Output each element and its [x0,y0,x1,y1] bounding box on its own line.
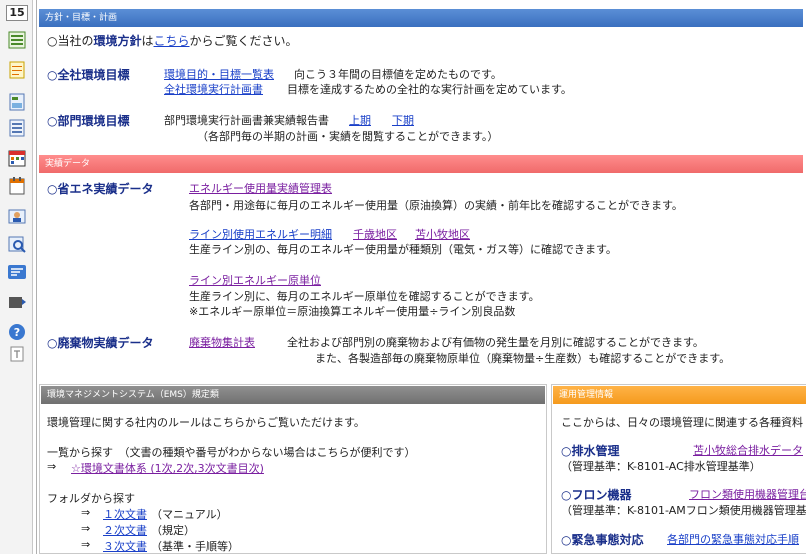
line-energy-unit-formula: ※エネルギー原単位＝原油換算エネルギー使用量÷ライン別良品数 [189,305,516,318]
doc3-arrow: ⇒ [81,538,91,551]
doc2-note: （規定） [151,524,195,537]
drain-title: ○排水管理 [561,444,620,458]
notepad-icon[interactable] [7,60,27,80]
dept-plan-desc: 部門環境実行計画書兼実績報告書 [164,114,329,127]
doc1-link[interactable]: １次文書 [103,506,147,522]
waste-summary-link[interactable]: 廃棄物集計表 [189,334,255,350]
line-energy-unit-desc: 生産ライン別に、毎月のエネルギー原単位を確認することができます。 [189,290,540,303]
emergency-title: ○緊急事態対応 [561,533,644,547]
line-energy-desc: 生産ライン別の、毎月のエネルギー使用量が種類別（電気・ガス等）に確認できます。 [189,243,617,256]
line-energy-label: ライン別使用エネルギー明細 [189,228,332,241]
corp-goal-title: ○全社環境目標 [47,68,130,82]
person-card-icon[interactable] [7,206,27,226]
drain-data-link[interactable]: 苫小牧総合排水データ [693,442,803,458]
doc1-note: （マニュアル） [151,508,228,521]
news-icon[interactable] [7,262,27,282]
emergency-procedure-link[interactable]: 各部門の緊急事態対応手順 [667,531,799,547]
ems-folder-title: フォルダから探す [47,492,135,505]
energy-section-title: ○省エネ実績データ [47,182,154,196]
document-icon[interactable] [7,92,27,112]
first-half-link[interactable]: 上期 [349,112,371,128]
page-number-badge[interactable]: 15 [6,5,28,21]
line-energy-unit-link[interactable]: ライン別エネルギー原単位 [189,272,321,288]
results-section-header: 実績データ [39,155,803,173]
form-icon[interactable] [7,118,27,138]
help-icon[interactable]: ? [7,322,27,342]
dept-goal-title: ○部門環境目標 [47,114,130,128]
freon-note: （管理基準：K-8101-AMフロン類使用機器管理基 [561,504,806,517]
tomakomai-link[interactable]: 苫小牧地区 [415,226,470,242]
ems-section-header: 環境マネジメントシステム（EMS）規定類 [41,386,545,404]
corp-plan-desc: 目標を達成するための全社的な実行計画を定めています。 [287,83,572,96]
chitose-link[interactable]: 千歳地区 [353,226,397,242]
main-content: 方針・目標・計画 ○当社の環境方針はこちらからご覧ください。 ○全社環境目標 環… [36,0,806,554]
doc1-arrow: ⇒ [81,506,91,519]
ems-intro: 環境管理に関する社内のルールはこちらからご覧いただけます。 [47,416,365,429]
env-policy-suffix: からご覧ください。 [189,34,298,48]
menu-list-icon[interactable] [7,30,27,50]
ems-doc-system-link[interactable]: ☆環境文書体系 (1次,2次,3次文書目次) [71,460,264,476]
waste-section-title: ○廃棄物実績データ [47,336,154,350]
freon-ledger-link[interactable]: フロン類使用機器管理台 [689,486,806,502]
drain-note: （管理基準：K-8101-AC排水管理基準） [561,460,761,473]
calendar-grid-icon[interactable] [7,148,27,168]
doc3-note: （基準・手順等） [151,540,239,553]
dept-plan-note: （各部門毎の半期の計画・実績を閲覧することができます。） [197,130,499,143]
ems-list-title: 一覧から探す （文書の種類や番号がわからない場合はこちらが便利です） [47,446,416,459]
calendar-icon[interactable] [7,176,27,196]
ops-intro: ここからは、日々の環境管理に関連する各種資料 [561,416,803,429]
env-policy-mid: は [141,34,154,48]
freon-title: ○フロン機器 [561,488,632,502]
ops-section-header: 運用管理情報 [553,386,806,404]
second-half-link[interactable]: 下期 [392,112,414,128]
doc2-arrow: ⇒ [81,522,91,535]
env-policy-label: 環境方針 [93,34,142,48]
waste-summary-desc2: また、各製造部毎の廃棄物原単位（廃棄物量÷生産数）も確認することができます。 [315,352,731,365]
doc2-link[interactable]: ２次文書 [103,522,147,538]
tool-icon[interactable] [7,344,27,364]
ems-list-arrow: ⇒ [47,460,57,473]
env-policy-link[interactable]: こちら [154,34,190,48]
ops-content: ここからは、日々の環境管理に関連する各種資料 ○排水管理 苫小牧総合排水データ … [553,404,806,554]
waste-summary-desc1: 全社および部門別の廃棄物および有価物の発生量を月別に確認することができます。 [287,336,704,349]
corp-plan-link[interactable]: 全社環境実行計画書 [164,81,263,97]
env-policy-line: ○当社の環境方針はこちらからご覧ください。 [47,32,298,49]
search-person-icon[interactable] [7,234,27,254]
energy-usage-link[interactable]: エネルギー使用量実績管理表 [189,180,332,196]
env-policy-prefix: ○当社の [47,34,94,48]
folder-arrow-icon[interactable] [7,292,27,312]
energy-usage-desc: 各部門・用途毎に毎月のエネルギー使用量（原油換算）の実績・前年比を確認することが… [189,199,683,212]
doc3-link[interactable]: ３次文書 [103,538,147,554]
policy-section-header: 方針・目標・計画 [39,9,803,27]
left-toolbar: 15 ? [0,0,33,554]
svg-text:?: ? [14,326,20,339]
goal-list-desc: 向こう３年間の目標値を定めたものです。 [294,68,502,81]
goal-list-link[interactable]: 環境目的・目標一覧表 [164,66,274,82]
